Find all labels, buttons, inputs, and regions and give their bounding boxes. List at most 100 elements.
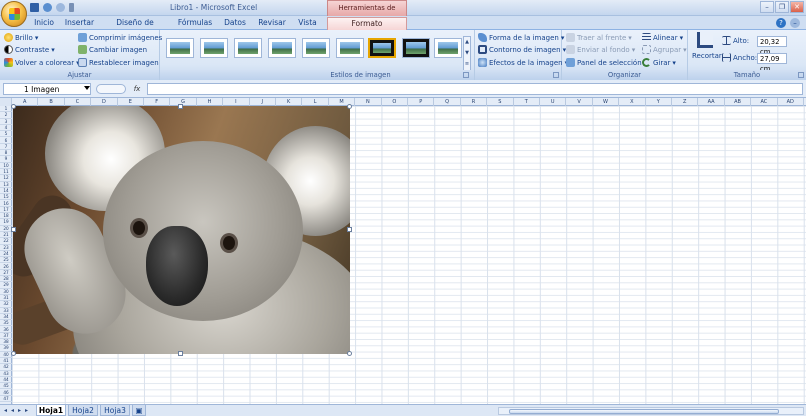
prev-sheet-icon[interactable]: ◂ xyxy=(9,407,16,415)
column-header[interactable]: P xyxy=(408,98,435,106)
formula-input[interactable] xyxy=(147,83,803,95)
selection-pane-button[interactable]: Panel de selección xyxy=(566,58,642,67)
style-thumb-1[interactable] xyxy=(166,38,194,58)
style-thumb-3[interactable] xyxy=(234,38,262,58)
style-thumb-9[interactable] xyxy=(434,38,462,58)
save-icon[interactable] xyxy=(30,3,39,12)
picture-shape-button[interactable]: Forma de la imagen ▾ xyxy=(478,33,564,42)
name-box[interactable]: 1 Imagen xyxy=(3,83,91,95)
change-picture-button[interactable]: Cambiar imagen xyxy=(78,45,147,54)
column-header[interactable]: J xyxy=(250,98,276,106)
column-header[interactable]: S xyxy=(487,98,514,106)
column-header[interactable]: I xyxy=(223,98,250,106)
column-header[interactable]: O xyxy=(382,98,408,106)
column-header[interactable]: Q xyxy=(434,98,461,106)
picture-effects-button[interactable]: Efectos de la imagen▾ xyxy=(478,58,568,67)
undo-icon[interactable] xyxy=(43,3,52,12)
redo-icon[interactable] xyxy=(56,3,65,12)
group-button[interactable]: Agrupar ▾ xyxy=(642,45,687,54)
resize-handle-top[interactable] xyxy=(178,104,183,109)
column-header[interactable]: E xyxy=(118,98,144,106)
tab-revisar[interactable]: Revisar xyxy=(256,17,288,30)
recolor-button[interactable]: Volver a colorear▾ xyxy=(4,58,80,67)
column-header[interactable]: C xyxy=(65,98,92,106)
expand-formula-button[interactable] xyxy=(96,84,126,94)
minimize-ribbon-icon[interactable]: – xyxy=(790,18,800,28)
style-thumb-8[interactable] xyxy=(402,38,430,58)
reset-picture-button[interactable]: Restablecer imagen xyxy=(78,58,159,67)
sheet-tab-hoja1[interactable]: Hoja1 xyxy=(36,405,66,416)
sheet-tab-hoja3[interactable]: Hoja3 xyxy=(100,405,130,416)
next-sheet-icon[interactable]: ▸ xyxy=(16,407,23,415)
size-launcher-icon[interactable] xyxy=(798,72,804,78)
resize-handle-top-left[interactable] xyxy=(11,104,16,109)
height-field[interactable]: 20,32 cm xyxy=(757,36,787,56)
column-header[interactable]: R xyxy=(461,98,488,106)
horizontal-scroll-thumb[interactable] xyxy=(509,409,779,414)
office-button[interactable] xyxy=(1,1,27,27)
column-header[interactable]: K xyxy=(276,98,303,106)
column-header[interactable]: H xyxy=(197,98,224,106)
align-button[interactable]: Alinear ▾ xyxy=(642,33,683,42)
tab-insertar[interactable]: Insertar xyxy=(63,17,96,30)
column-header[interactable]: A xyxy=(12,98,39,106)
style-thumb-6[interactable] xyxy=(336,38,364,58)
resize-handle-right[interactable] xyxy=(347,227,352,232)
sheet-tab-hoja2[interactable]: Hoja2 xyxy=(68,405,98,416)
resize-handle-top-right[interactable] xyxy=(347,104,352,109)
column-header[interactable]: AC xyxy=(751,98,778,106)
column-header[interactable]: Y xyxy=(646,98,672,106)
row-header[interactable]: 47 xyxy=(0,396,12,403)
bring-front-button[interactable]: Traer al frente ▾ xyxy=(566,33,632,42)
tab-inicio[interactable]: Inicio xyxy=(31,17,57,30)
rotate-button[interactable]: Girar ▾ xyxy=(642,58,676,67)
column-header[interactable]: D xyxy=(91,98,118,106)
style-thumb-2[interactable] xyxy=(200,38,228,58)
column-header[interactable]: W xyxy=(593,98,620,106)
insert-sheet-icon[interactable]: ▣ xyxy=(132,405,146,416)
send-back-button[interactable]: Enviar al fondo ▾ xyxy=(566,45,635,54)
tab-diseno-pagina[interactable]: Diseño de página xyxy=(103,17,167,39)
customize-qat-icon[interactable] xyxy=(69,3,74,12)
brightness-button[interactable]: Brillo ▾ xyxy=(4,33,38,42)
minimize-button[interactable]: – xyxy=(760,1,774,13)
column-header[interactable]: X xyxy=(619,98,646,106)
column-header[interactable]: AA xyxy=(698,98,725,106)
compress-pictures-button[interactable]: Comprimir imágenes xyxy=(78,33,162,42)
tab-datos[interactable]: Datos xyxy=(222,17,248,30)
style-thumb-5[interactable] xyxy=(302,38,330,58)
column-header[interactable]: G xyxy=(170,98,197,106)
name-box-dropdown-icon[interactable] xyxy=(84,86,90,90)
restore-button[interactable]: ❐ xyxy=(775,1,789,13)
gallery-scroll[interactable]: ▲ ▼ ≡ xyxy=(463,36,471,72)
resize-handle-bottom[interactable] xyxy=(178,351,183,356)
column-header[interactable]: AB xyxy=(725,98,752,106)
first-sheet-icon[interactable]: ◂ xyxy=(2,407,9,415)
column-header[interactable]: F xyxy=(144,98,171,106)
column-header[interactable]: Z xyxy=(672,98,699,106)
resize-handle-bottom-right[interactable] xyxy=(347,351,352,356)
crop-button[interactable]: Recortar xyxy=(692,32,722,68)
column-header[interactable]: L xyxy=(302,98,329,106)
resize-handle-bottom-left[interactable] xyxy=(11,351,16,356)
insert-function-icon[interactable]: fx xyxy=(130,83,144,95)
resize-handle-left[interactable] xyxy=(11,227,16,232)
column-header[interactable]: U xyxy=(540,98,567,106)
column-header[interactable]: T xyxy=(514,98,540,106)
column-header[interactable]: AD xyxy=(778,98,804,106)
koala-picture[interactable] xyxy=(13,106,350,354)
contrast-button[interactable]: Contraste ▾ xyxy=(4,45,55,54)
horizontal-scrollbar[interactable] xyxy=(498,407,804,415)
column-header[interactable]: V xyxy=(566,98,593,106)
width-field[interactable]: 27,09 cm xyxy=(757,53,787,73)
last-sheet-icon[interactable]: ▸ xyxy=(23,407,30,415)
picture-border-button[interactable]: Contorno de imagen ▾ xyxy=(478,45,566,54)
picture-styles-launcher-icon[interactable] xyxy=(463,72,469,78)
tab-formulas[interactable]: Fórmulas xyxy=(175,17,215,30)
style-thumb-4[interactable] xyxy=(268,38,296,58)
column-header[interactable]: N xyxy=(355,98,382,106)
style-thumb-7[interactable] xyxy=(368,38,396,58)
format-launcher-icon[interactable] xyxy=(553,72,559,78)
column-header[interactable]: B xyxy=(38,98,65,106)
close-button[interactable]: ✕ xyxy=(790,1,804,13)
